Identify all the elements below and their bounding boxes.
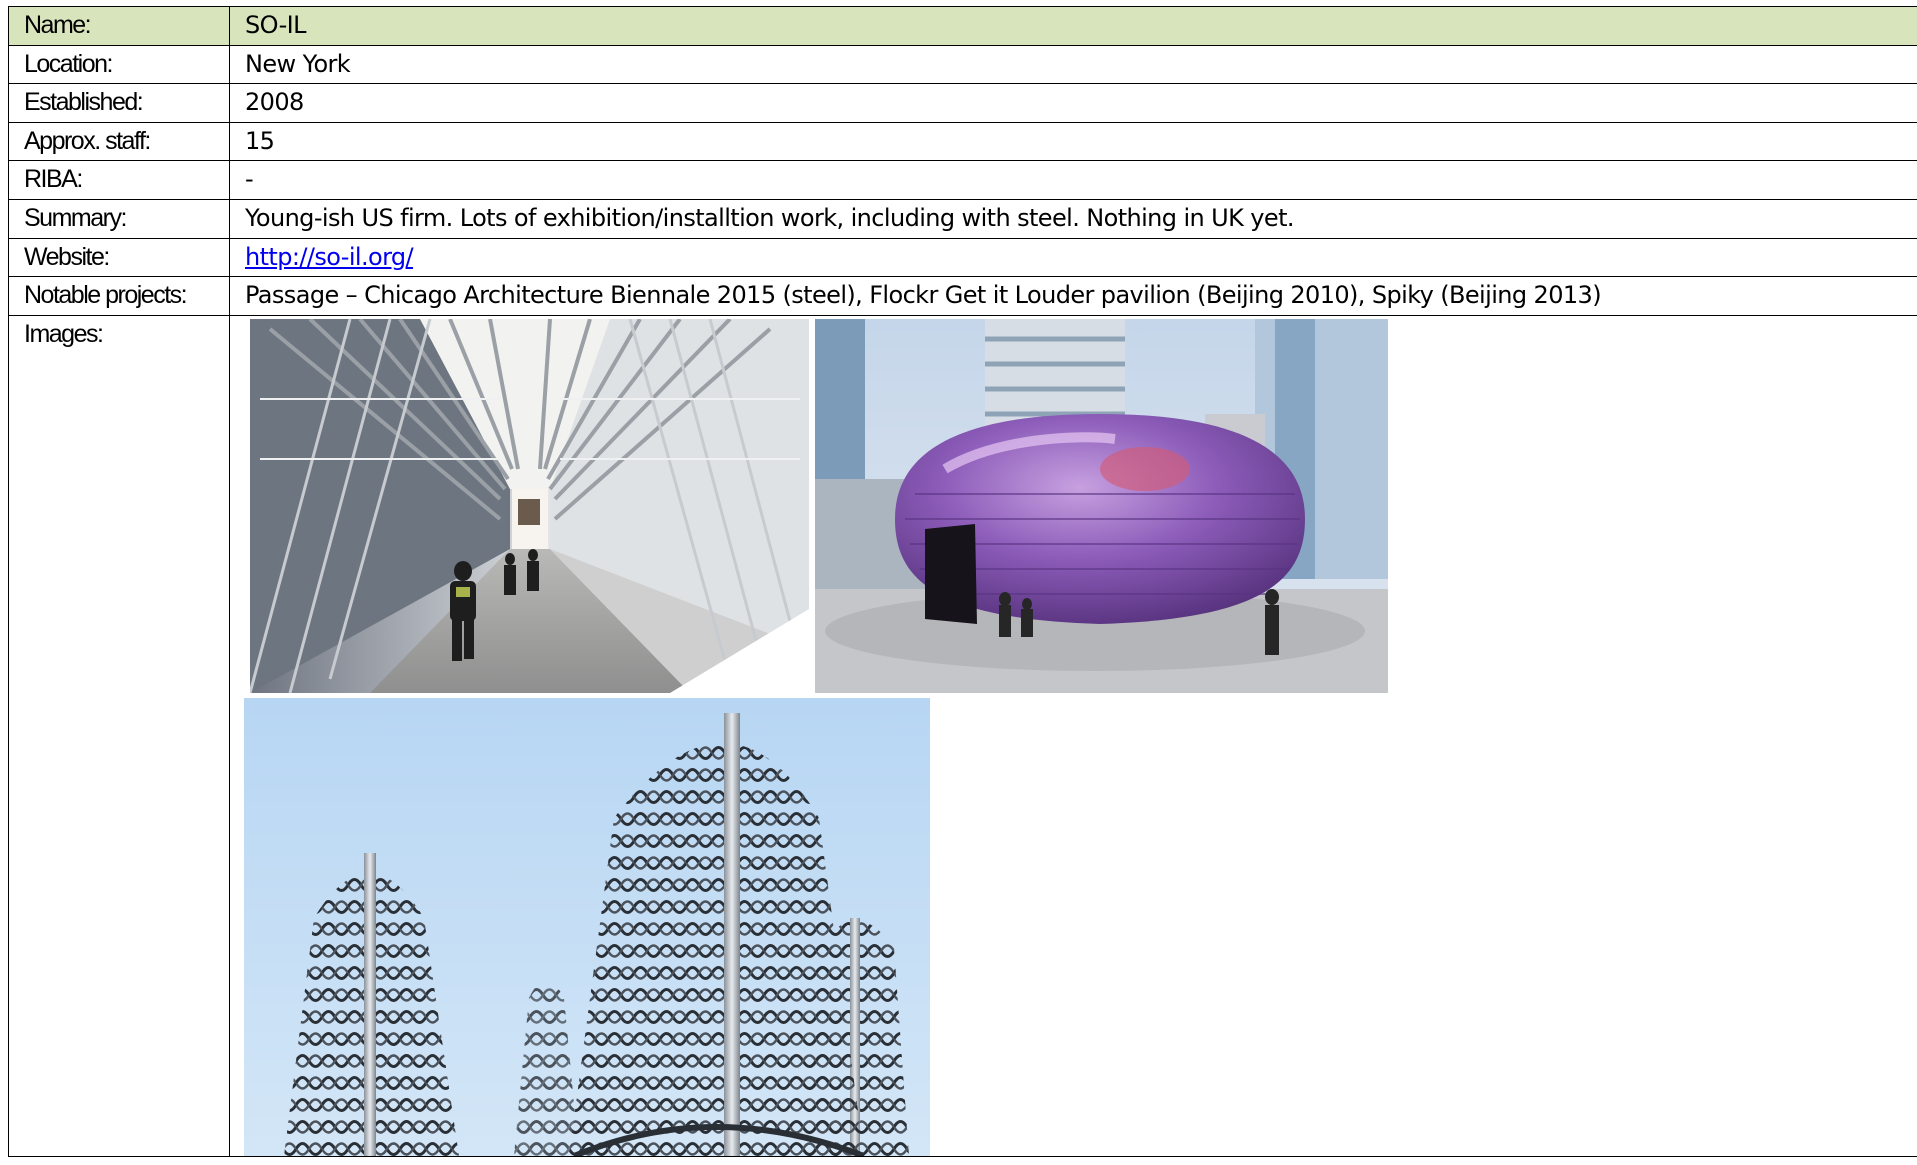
document-sheet: Name: SO-IL Location: New York Establish…: [0, 0, 1917, 1165]
passage-walkway-photo: [250, 318, 809, 693]
name-label: Name:: [8, 6, 230, 46]
firm-profile-table: Name: SO-IL Location: New York Establish…: [8, 6, 1917, 1157]
purple-pavilion-photo: [815, 318, 1388, 693]
row-name: Name: SO-IL: [8, 6, 1917, 46]
riba-value: -: [229, 160, 1917, 200]
row-staff: Approx. staff: 15: [8, 121, 1917, 162]
row-summary: Summary: Young-ish US firm. Lots of exhi…: [8, 198, 1917, 239]
location-value: New York: [229, 44, 1917, 85]
images-cell: [229, 314, 1917, 1157]
row-images: Images:: [8, 314, 1917, 1157]
summary-label: Summary:: [8, 198, 230, 239]
staff-value: 15: [229, 121, 1917, 162]
website-link[interactable]: http://so-il.org/: [245, 243, 414, 271]
staff-label: Approx. staff:: [8, 121, 230, 162]
row-established: Established: 2008: [8, 83, 1917, 123]
summary-value: Young-ish US firm. Lots of exhibition/in…: [229, 198, 1917, 239]
location-label: Location:: [8, 44, 230, 85]
row-location: Location: New York: [8, 44, 1917, 85]
projects-label: Notable projects:: [8, 276, 230, 316]
projects-value: Passage – Chicago Architecture Biennale …: [229, 276, 1917, 316]
name-value: SO-IL: [229, 6, 1917, 46]
established-label: Established:: [8, 83, 230, 123]
images-label: Images:: [8, 314, 230, 1157]
row-website: Website: http://so-il.org/: [8, 237, 1917, 278]
riba-label: RIBA:: [8, 160, 230, 200]
website-label: Website:: [8, 237, 230, 278]
spiky-steel-cones-photo: [244, 697, 930, 1156]
row-riba: RIBA: -: [8, 160, 1917, 200]
website-cell: http://so-il.org/: [229, 237, 1917, 278]
row-projects: Notable projects: Passage – Chicago Arch…: [8, 276, 1917, 316]
established-value: 2008: [229, 83, 1917, 123]
image-gallery: [231, 316, 1917, 1156]
